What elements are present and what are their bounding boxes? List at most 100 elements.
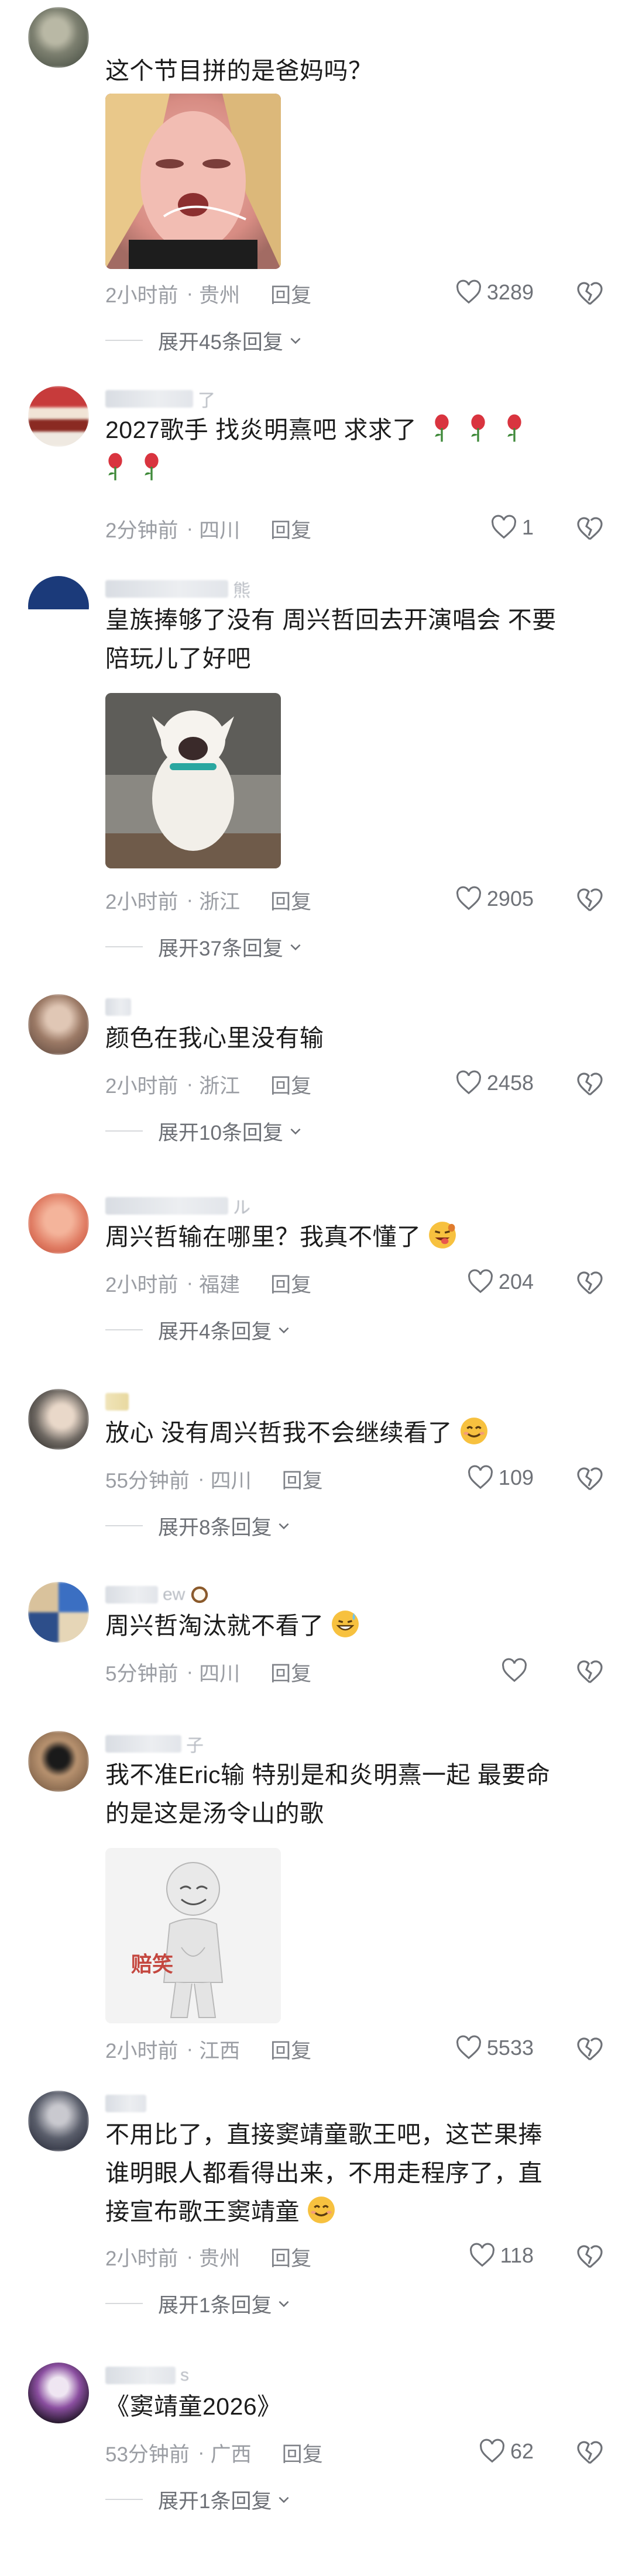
username[interactable] <box>105 996 131 1018</box>
avatar[interactable] <box>28 576 89 637</box>
comment-text: 皇族捧够了没有 周兴哲回去开演唱会 不要 陪玩儿了好吧 <box>105 606 557 672</box>
chevron-down-icon <box>279 2496 289 2503</box>
avatar[interactable] <box>28 1582 89 1643</box>
like-button[interactable] <box>501 1658 533 1684</box>
username[interactable] <box>105 1391 129 1412</box>
like-button[interactable]: 109 <box>467 1465 534 1491</box>
heart-outline-icon <box>491 515 516 539</box>
avatar[interactable] <box>28 1731 89 1792</box>
comment-text: 周兴哲淘汰就不看了 <box>105 1606 609 1645</box>
avatar[interactable] <box>28 2091 89 2151</box>
comment-time: 2小时前 <box>105 1074 178 1098</box>
username[interactable]: ew <box>105 1584 209 1605</box>
rose-emoji-icon <box>108 453 122 481</box>
reply-button[interactable]: 回复 <box>282 2438 323 2468</box>
heart-outline-icon <box>456 280 481 304</box>
rose-emoji-icon <box>471 414 485 442</box>
chevron-down-icon <box>290 944 301 951</box>
reply-button[interactable]: 回复 <box>270 1268 311 1298</box>
comment-image[interactable]: 赔笑 <box>105 1848 281 2023</box>
heart-outline-icon <box>456 886 481 911</box>
broken-heart-icon[interactable] <box>576 515 604 543</box>
chevron-down-icon <box>279 1327 289 1334</box>
broken-heart-icon[interactable] <box>576 2243 604 2271</box>
heart-outline-icon <box>468 1465 493 1489</box>
chevron-down-icon <box>290 337 301 344</box>
expand-replies[interactable]: 展开4条回复 <box>105 1317 291 1343</box>
avatar[interactable] <box>28 386 89 447</box>
broken-heart-icon[interactable] <box>576 280 604 308</box>
broken-heart-icon[interactable] <box>576 2439 604 2467</box>
comment-text: 我不准Eric输 特别是和炎明熹一起 最要命 的是这是汤令山的歌 <box>105 1761 551 1827</box>
avatar[interactable] <box>28 2363 89 2423</box>
like-button[interactable]: 3289 <box>455 280 534 305</box>
like-button[interactable]: 204 <box>467 1269 534 1295</box>
like-count: 118 <box>500 2243 534 2267</box>
like-count: 5533 <box>486 2036 534 2060</box>
expand-replies[interactable]: 展开10条回复 <box>105 1118 303 1144</box>
avatar[interactable] <box>28 7 89 68</box>
like-button[interactable]: 5533 <box>455 2035 534 2061</box>
username[interactable]: 熊 <box>105 578 250 601</box>
comment-image[interactable] <box>105 94 281 269</box>
comment-time: 2小时前 <box>105 1273 178 1296</box>
comment-time: 53分钟前 <box>105 2443 190 2466</box>
expand-label: 展开1条回复 <box>158 2489 272 2513</box>
comment-location: 福建 <box>199 1273 241 1296</box>
comment-text: 这个节目拼的是爸妈吗？ <box>105 57 373 84</box>
like-button[interactable]: 1 <box>490 515 534 540</box>
broken-heart-icon[interactable] <box>576 886 604 914</box>
reply-button[interactable]: 回复 <box>270 2034 311 2064</box>
username[interactable]: ル <box>105 1195 250 1218</box>
username[interactable]: 子 <box>105 1733 204 1756</box>
comment-text: 不用比了，直接窦靖童歌王吧，这芒果捧 谁明眼人都看得出来，不用走程序了，直 接宣… <box>105 2121 542 2225</box>
reply-button[interactable]: 回复 <box>270 279 311 309</box>
reply-button[interactable]: 回复 <box>282 1464 323 1494</box>
reply-button[interactable]: 回复 <box>270 885 311 915</box>
chevron-down-icon <box>290 1128 301 1135</box>
image-caption: 赔笑 <box>131 1952 174 1976</box>
username[interactable]: s <box>105 2365 189 2386</box>
comment-location: 浙江 <box>199 1074 241 1098</box>
heart-outline-icon <box>468 1269 493 1294</box>
comment-location: 四川 <box>199 519 241 542</box>
expand-label: 展开37条回复 <box>158 937 283 960</box>
username[interactable] <box>105 2093 146 2114</box>
like-button[interactable]: 118 <box>469 2243 534 2268</box>
like-count: 2905 <box>486 887 534 911</box>
like-button[interactable]: 2905 <box>455 886 534 912</box>
broken-heart-icon[interactable] <box>576 1658 604 1686</box>
like-count: 109 <box>498 1465 534 1489</box>
expand-replies[interactable]: 展开1条回复 <box>105 2291 291 2317</box>
expand-replies[interactable]: 展开1条回复 <box>105 2487 291 2513</box>
broken-heart-icon[interactable] <box>576 2035 604 2063</box>
heart-outline-icon <box>456 1070 481 1095</box>
comment-time: 2小时前 <box>105 890 178 913</box>
comment-location: 广西 <box>210 2443 252 2466</box>
expand-replies[interactable]: 展开8条回复 <box>105 1513 291 1539</box>
comment-text: 周兴哲输在哪里？我真不懂了 <box>105 1218 609 1256</box>
sweat-smile-emoji-icon <box>332 1611 359 1637</box>
reply-button[interactable]: 回复 <box>270 514 311 544</box>
like-count: 204 <box>498 1270 534 1294</box>
reply-button[interactable]: 回复 <box>270 2242 311 2272</box>
heart-outline-icon <box>502 1658 527 1682</box>
expand-replies[interactable]: 展开37条回复 <box>105 934 303 960</box>
broken-heart-icon[interactable] <box>576 1269 604 1297</box>
avatar[interactable] <box>28 1193 89 1254</box>
expand-replies[interactable]: 展开45条回复 <box>105 327 303 354</box>
like-button[interactable]: 62 <box>479 2439 534 2464</box>
reply-button[interactable]: 回复 <box>270 1657 311 1687</box>
username[interactable]: 了 <box>105 388 215 411</box>
reply-button[interactable]: 回复 <box>270 1070 311 1099</box>
comment-time: 55分钟前 <box>105 1469 190 1492</box>
broken-heart-icon[interactable] <box>576 1465 604 1493</box>
comment-image[interactable] <box>105 693 281 868</box>
like-button[interactable]: 2458 <box>455 1070 534 1096</box>
comment-time: 2小时前 <box>105 2039 178 2063</box>
avatar[interactable] <box>28 994 89 1055</box>
chevron-down-icon <box>279 2301 289 2308</box>
comment-location: 四川 <box>210 1469 252 1492</box>
broken-heart-icon[interactable] <box>576 1070 604 1098</box>
avatar[interactable] <box>28 1389 89 1450</box>
